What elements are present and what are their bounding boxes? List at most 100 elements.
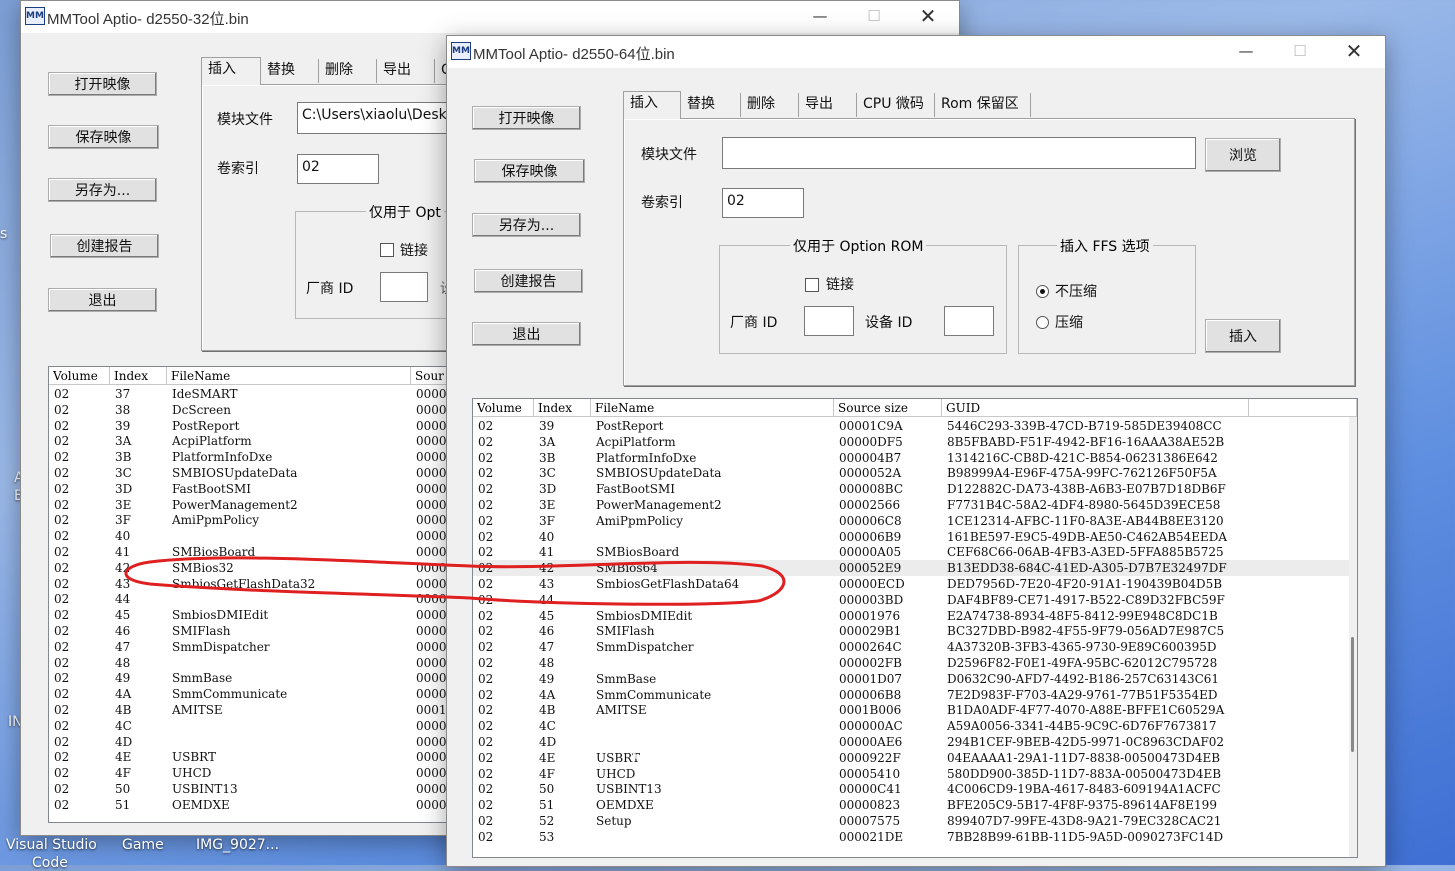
table-row[interactable]: 02 48 0000: [49, 655, 489, 671]
tab-replace[interactable]: 替换: [261, 59, 319, 83]
table-row[interactable]: 02 39 PostReport 0000: [49, 418, 489, 434]
tab-export[interactable]: 导出: [799, 93, 857, 117]
table-row[interactable]: 02 46 SMIFlash 000029B1 BC327DBD-B982-4F55-9…: [473, 623, 1349, 639]
table-row[interactable]: 02 4E USBRT 0000: [49, 749, 489, 765]
column-source-size[interactable]: Source size: [834, 399, 942, 417]
table-row[interactable]: 02 39 PostReport 00001C9A 5446C293-339B-47CD…: [473, 418, 1349, 434]
module-file-input[interactable]: [722, 137, 1196, 169]
table-row[interactable]: 02 52 Setup 00007575 899407D7-99FE-43D8-9A21…: [473, 813, 1349, 829]
table-row[interactable]: 02 3F AmiPpmPolicy 000006C8 1CE12314-AFBC-11…: [473, 513, 1349, 529]
radio-uncompressed[interactable]: [1036, 285, 1049, 298]
link-checkbox[interactable]: [805, 278, 819, 292]
maximize-icon[interactable]: ☐: [851, 1, 897, 33]
table-row[interactable]: 02 4D 00000AE6 294B1CEF-9BEB-42D5-9971-0C89…: [473, 734, 1349, 750]
table-row[interactable]: 02 49 SmmBase 00001D07 D0632C90-AFD7-4492-B1…: [473, 671, 1349, 687]
table-row[interactable]: 02 3A AcpiPlatform 0000: [49, 433, 489, 449]
table-row[interactable]: 02 3D FastBootSMI 0000: [49, 481, 489, 497]
table-row[interactable]: 02 40 000006B9 161BE597-E9C5-49DB-AE50-C462…: [473, 529, 1349, 545]
browse-button[interactable]: 浏览: [1205, 138, 1281, 172]
column-volume[interactable]: Volume: [473, 399, 534, 417]
create-report-button[interactable]: 创建报告: [50, 234, 159, 258]
table-row[interactable]: 02 4F UHCD 0000: [49, 765, 489, 781]
table-row[interactable]: 02 3F AmiPpmPolicy 0000: [49, 512, 489, 528]
table-row[interactable]: 02 3B PlatformInfoDxe 0000: [49, 449, 489, 465]
column-guid[interactable]: GUID: [942, 399, 1249, 417]
table-row[interactable]: 02 3C SMBIOSUpdateData 0000052A B98999A4-E96…: [473, 465, 1349, 481]
table-row[interactable]: 02 48 000002FB D2596F82-F0E1-49FA-95BC-6201…: [473, 655, 1349, 671]
table-row[interactable]: 02 51 OEMDXE 00000823 BFE205C9-5B17-4F8F-937…: [473, 797, 1349, 813]
table-row[interactable]: 02 51 OEMDXE 0000: [49, 797, 489, 813]
table-row[interactable]: 02 3E PowerManagement2 00002566 F7731B4C-58A…: [473, 497, 1349, 513]
table-row[interactable]: 02 44 0000: [49, 591, 489, 607]
table-row[interactable]: 02 47 SmmDispatcher 0000264C 4A37320B-3FB3-4…: [473, 639, 1349, 655]
insert-button[interactable]: 插入: [1205, 319, 1281, 353]
list-scrollbar[interactable]: [1349, 417, 1357, 857]
save-as-button[interactable]: 另存为...: [472, 213, 581, 237]
title-bar[interactable]: MM MMTool Aptio- d2550-64位.bin — ☐ ✕: [447, 36, 1385, 68]
volume-index-input[interactable]: 02: [722, 188, 804, 218]
tab-replace[interactable]: 替换: [681, 93, 741, 117]
table-row[interactable]: 02 47 SmmDispatcher 0000: [49, 639, 489, 655]
tab-delete[interactable]: 删除: [741, 93, 799, 117]
table-row[interactable]: 02 4C 000000AC A59A0056-3341-44B5-9C9C-6D76…: [473, 718, 1349, 734]
column-filename[interactable]: FileName: [167, 367, 411, 385]
table-row[interactable]: 02 50 USBINT13 00000C41 4C006CD9-19BA-4617-8…: [473, 781, 1349, 797]
column-volume[interactable]: Volume: [49, 367, 110, 385]
tab-delete[interactable]: 删除: [319, 59, 377, 83]
table-row[interactable]: 02 3D FastBootSMI 000008BC D122882C-DA73-438…: [473, 481, 1349, 497]
table-row[interactable]: 02 40 0000: [49, 528, 489, 544]
table-row[interactable]: 02 4F UHCD 00005410 580DD900-385D-11D7-883A-…: [473, 766, 1349, 782]
tab-export[interactable]: 导出: [377, 59, 435, 83]
table-row[interactable]: 02 45 SmbiosDMIEdit 00001976 E2A74738-8934-4…: [473, 608, 1349, 624]
table-row[interactable]: 02 37 IdeSMART 0000: [49, 386, 489, 402]
table-row[interactable]: 02 46 SMIFlash 0000: [49, 623, 489, 639]
module-list[interactable]: Volume Index FileName Source size GUID 0…: [472, 398, 1358, 858]
taskbar-game[interactable]: Game: [122, 837, 164, 853]
volume-index-input[interactable]: 02: [297, 154, 379, 184]
minimize-icon[interactable]: —: [1223, 36, 1269, 68]
save-image-button[interactable]: 保存映像: [48, 125, 159, 149]
table-row[interactable]: 02 42 SMBios64 000052E9 B13EDD38-684C-41ED-A…: [473, 560, 1349, 576]
taskbar-img[interactable]: IMG_9027...: [196, 837, 279, 853]
save-image-button[interactable]: 保存映像: [474, 159, 585, 183]
title-bar[interactable]: MM MMTool Aptio- d2550-32位.bin — ☐ ✕: [21, 1, 959, 33]
save-as-button[interactable]: 另存为...: [48, 178, 157, 202]
exit-button[interactable]: 退出: [48, 288, 157, 312]
module-file-input[interactable]: C:\Users\xiaolu\Desk: [297, 102, 467, 134]
link-checkbox[interactable]: [380, 243, 394, 257]
taskbar-visual-studio[interactable]: Visual Studio: [6, 837, 97, 853]
table-row[interactable]: 02 43 SmbiosGetFlashData64 00000ECD DED7956D…: [473, 576, 1349, 592]
table-row[interactable]: 02 4A SmmCommunicate 000006B8 7E2D983F-F703-…: [473, 687, 1349, 703]
table-row[interactable]: 02 3E PowerManagement2 0000: [49, 497, 489, 513]
table-row[interactable]: 02 4D 0000: [49, 734, 489, 750]
table-row[interactable]: 02 4B AMITSE 0001: [49, 702, 489, 718]
table-row[interactable]: 02 42 SMBios32 0000: [49, 560, 489, 576]
tab-insert[interactable]: 插入: [201, 57, 261, 85]
table-row[interactable]: 02 43 SmbiosGetFlashData32 0000: [49, 576, 489, 592]
table-row[interactable]: 02 3C SMBIOSUpdateData 0000: [49, 465, 489, 481]
table-row[interactable]: 02 4C 0000: [49, 718, 489, 734]
close-icon[interactable]: ✕: [905, 1, 951, 33]
table-row[interactable]: 02 3A AcpiPlatform 00000DF5 8B5FBABD-F51F-49…: [473, 434, 1349, 450]
column-index[interactable]: Index: [534, 399, 591, 417]
table-row[interactable]: 02 3B PlatformInfoDxe 000004B7 1314216C-CB8D…: [473, 450, 1349, 466]
tab-insert[interactable]: 插入: [623, 91, 681, 119]
table-row[interactable]: 02 53 000021DE 7BB28B99-61BB-11D5-9A5D-0090…: [473, 829, 1349, 845]
module-list[interactable]: Volume Index FileName Sour 02 37 IdeSMART 0…: [48, 366, 490, 823]
column-filename[interactable]: FileName: [591, 399, 834, 417]
table-row[interactable]: 02 41 SMBiosBoard 00000A05 CEF68C66-06AB-4FB…: [473, 544, 1349, 560]
table-row[interactable]: 02 45 SmbiosDMIEdit 0000: [49, 607, 489, 623]
exit-button[interactable]: 退出: [472, 322, 581, 346]
create-report-button[interactable]: 创建报告: [474, 269, 583, 293]
table-row[interactable]: 02 41 SMBiosBoard 0000: [49, 544, 489, 560]
vendor-id-input[interactable]: [804, 306, 854, 336]
device-id-input[interactable]: [944, 306, 994, 336]
tab-rom-reserved[interactable]: Rom 保留区: [935, 93, 1031, 117]
column-index[interactable]: Index: [110, 367, 167, 385]
table-row[interactable]: 02 49 SmmBase 0000: [49, 670, 489, 686]
tab-cpu-microcode[interactable]: CPU 微码: [857, 93, 935, 117]
scrollbar-thumb[interactable]: [1351, 637, 1354, 752]
table-row[interactable]: 02 4B AMITSE 0001B006 B1DA0ADF-4F77-4070-A88…: [473, 702, 1349, 718]
vendor-id-input[interactable]: [380, 272, 428, 302]
table-row[interactable]: 02 38 DcScreen 0000: [49, 402, 489, 418]
